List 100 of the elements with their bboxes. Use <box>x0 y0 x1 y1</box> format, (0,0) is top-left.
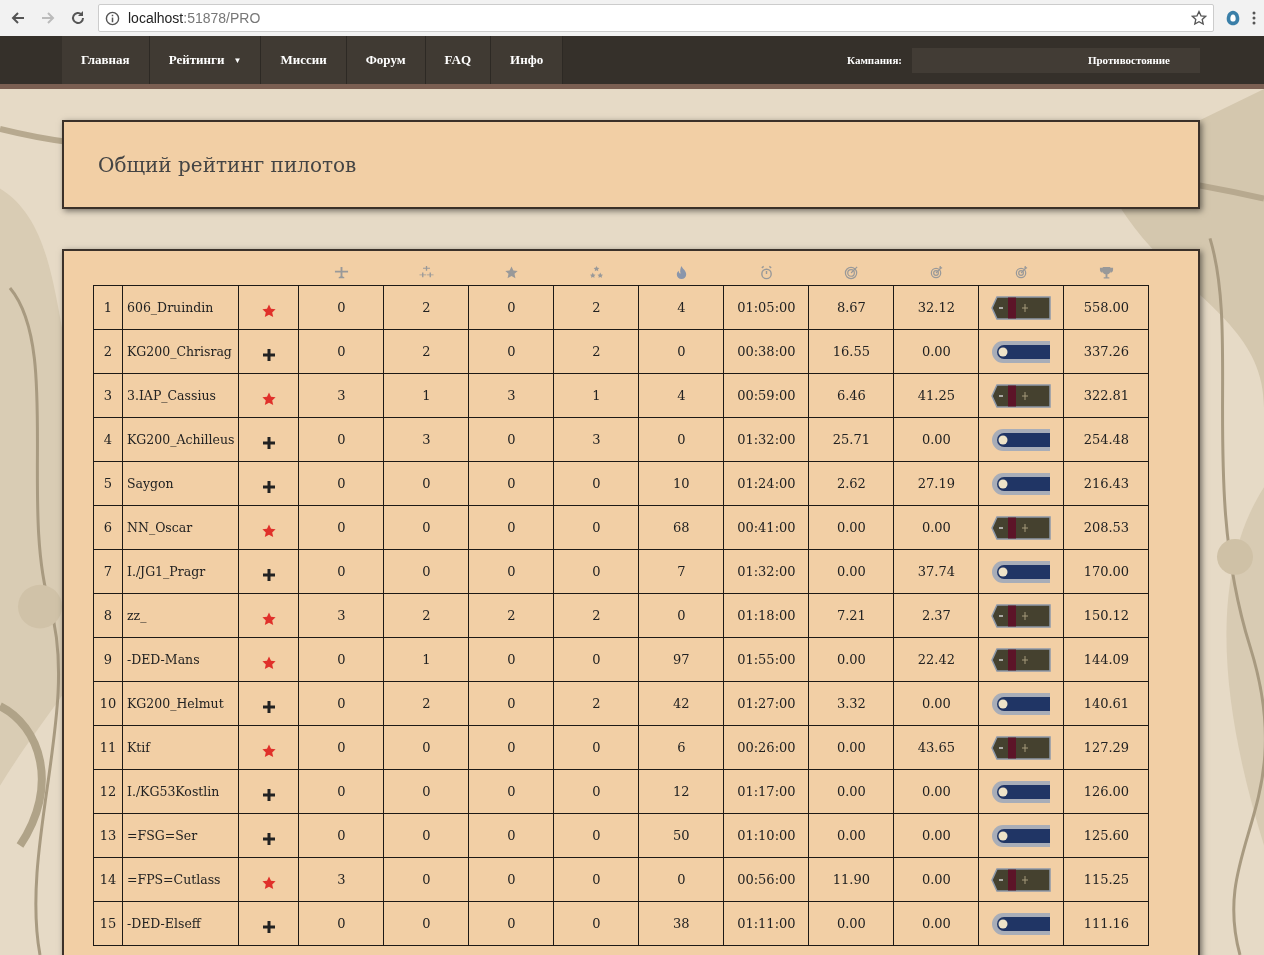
table-cell: 0 <box>383 549 469 594</box>
table-cell: 0 <box>553 549 639 594</box>
table-cell: 0.00 <box>893 505 979 550</box>
table-cell: 0 <box>383 505 469 550</box>
table-cell: 0 <box>638 417 724 462</box>
shoulder-board-icon <box>991 867 1052 892</box>
rank-cell: 11 <box>93 725 123 770</box>
score-cell: 254.48 <box>1063 417 1149 462</box>
info-icon[interactable] <box>105 10 120 26</box>
table-cell: 2.62 <box>808 461 894 506</box>
table-cell: 0.00 <box>893 769 979 814</box>
pilot-name: I./KG53Kostlin <box>122 769 239 814</box>
table-cell: 01:05:00 <box>723 285 809 330</box>
table-cell: 00:59:00 <box>723 373 809 418</box>
table-cell: 0 <box>298 461 384 506</box>
table-cell: 0 <box>298 769 384 814</box>
table-cell: 01:24:00 <box>723 461 809 506</box>
table-cell: 0 <box>468 769 554 814</box>
menu-icon[interactable] <box>1252 10 1256 26</box>
trophy-icon <box>1098 264 1114 280</box>
table-cell: 0 <box>298 637 384 682</box>
table-cell: 0.00 <box>808 725 894 770</box>
table-cell: 01:18:00 <box>723 593 809 638</box>
table-cell: 1 <box>383 373 469 418</box>
page-title: Общий рейтинг пилотов <box>98 152 357 177</box>
table-cell: 0 <box>468 637 554 682</box>
table-cell: 3 <box>298 373 384 418</box>
rank-cell: 9 <box>93 637 123 682</box>
table-cell: 0.00 <box>893 813 979 858</box>
target-icon <box>843 264 859 280</box>
table-cell: 2 <box>468 593 554 638</box>
table-cell: 0 <box>298 813 384 858</box>
table-cell: 0 <box>383 813 469 858</box>
score-cell: 322.81 <box>1063 373 1149 418</box>
table-cell: 3 <box>298 857 384 902</box>
table-cell: 0 <box>553 505 639 550</box>
table-cell: 0 <box>298 417 384 462</box>
table-cell: 0 <box>468 329 554 374</box>
table-cell: 6 <box>638 725 724 770</box>
shoulder-board-icon <box>991 603 1052 628</box>
rank-cell: 2 <box>93 329 123 374</box>
table-cell: 97 <box>638 637 724 682</box>
table-cell: 68 <box>638 505 724 550</box>
table-cell: 11.90 <box>808 857 894 902</box>
table-cell: 38 <box>638 901 724 946</box>
table-cell: 27.19 <box>893 461 979 506</box>
table-cell: 25.71 <box>808 417 894 462</box>
reload-icon[interactable] <box>70 10 86 26</box>
table-cell: 01:32:00 <box>723 417 809 462</box>
table-cell: 0 <box>383 857 469 902</box>
plane-group-icon <box>418 264 434 280</box>
table-cell: 0 <box>298 901 384 946</box>
table-cell: 0 <box>468 901 554 946</box>
table-cell: 0.00 <box>808 813 894 858</box>
rank-cell: 5 <box>93 461 123 506</box>
rank-cell: 10 <box>93 681 123 726</box>
table-cell: 7 <box>638 549 724 594</box>
table-cell: 12 <box>638 769 724 814</box>
table-cell: 42 <box>638 681 724 726</box>
campaign-select[interactable]: Противостояние <box>912 47 1200 73</box>
address-field[interactable]: localhost:51878/PRO <box>98 4 1214 32</box>
table-cell: 1 <box>553 373 639 418</box>
table-cell: 1 <box>383 637 469 682</box>
table-cell: 0.00 <box>808 505 894 550</box>
table-cell: 0 <box>468 725 554 770</box>
table-cell: 0 <box>553 769 639 814</box>
target-icon <box>928 264 944 280</box>
extension-icon[interactable] <box>1224 9 1242 27</box>
table-cell: 0.00 <box>893 329 979 374</box>
table-cell: 16.55 <box>808 329 894 374</box>
rank-cell: 15 <box>93 901 123 946</box>
back-icon[interactable] <box>10 10 26 26</box>
table-cell: 0.00 <box>808 901 894 946</box>
table-cell: 0 <box>298 505 384 550</box>
table-cell: 3 <box>553 417 639 462</box>
star-icon[interactable] <box>1191 10 1207 26</box>
score-cell: 140.61 <box>1063 681 1149 726</box>
rank-cell: 4 <box>93 417 123 462</box>
table-cell: 01:10:00 <box>723 813 809 858</box>
table-cell: 0 <box>553 461 639 506</box>
pilot-name: KG200_Achilleus <box>122 417 239 462</box>
score-cell: 126.00 <box>1063 769 1149 814</box>
shoulder-board-icon <box>991 295 1052 320</box>
table-cell: 2 <box>383 285 469 330</box>
table-cell: 0 <box>638 857 724 902</box>
table-cell: 0.00 <box>808 637 894 682</box>
table-cell: 0 <box>468 417 554 462</box>
table-cell: 0 <box>468 505 554 550</box>
table-cell: 2 <box>383 329 469 374</box>
table-cell: 0 <box>638 593 724 638</box>
shoulder-board-icon <box>991 515 1052 540</box>
table-cell: 0.00 <box>808 549 894 594</box>
table-cell: 2 <box>553 681 639 726</box>
stopwatch-icon <box>758 264 774 280</box>
table-cell: 01:55:00 <box>723 637 809 682</box>
table-cell: 0 <box>383 901 469 946</box>
table-cell: 0 <box>553 725 639 770</box>
pilot-name: =FPS=Cutlass <box>122 857 239 902</box>
rank-cell: 1 <box>93 285 123 330</box>
table-cell: 4 <box>638 373 724 418</box>
